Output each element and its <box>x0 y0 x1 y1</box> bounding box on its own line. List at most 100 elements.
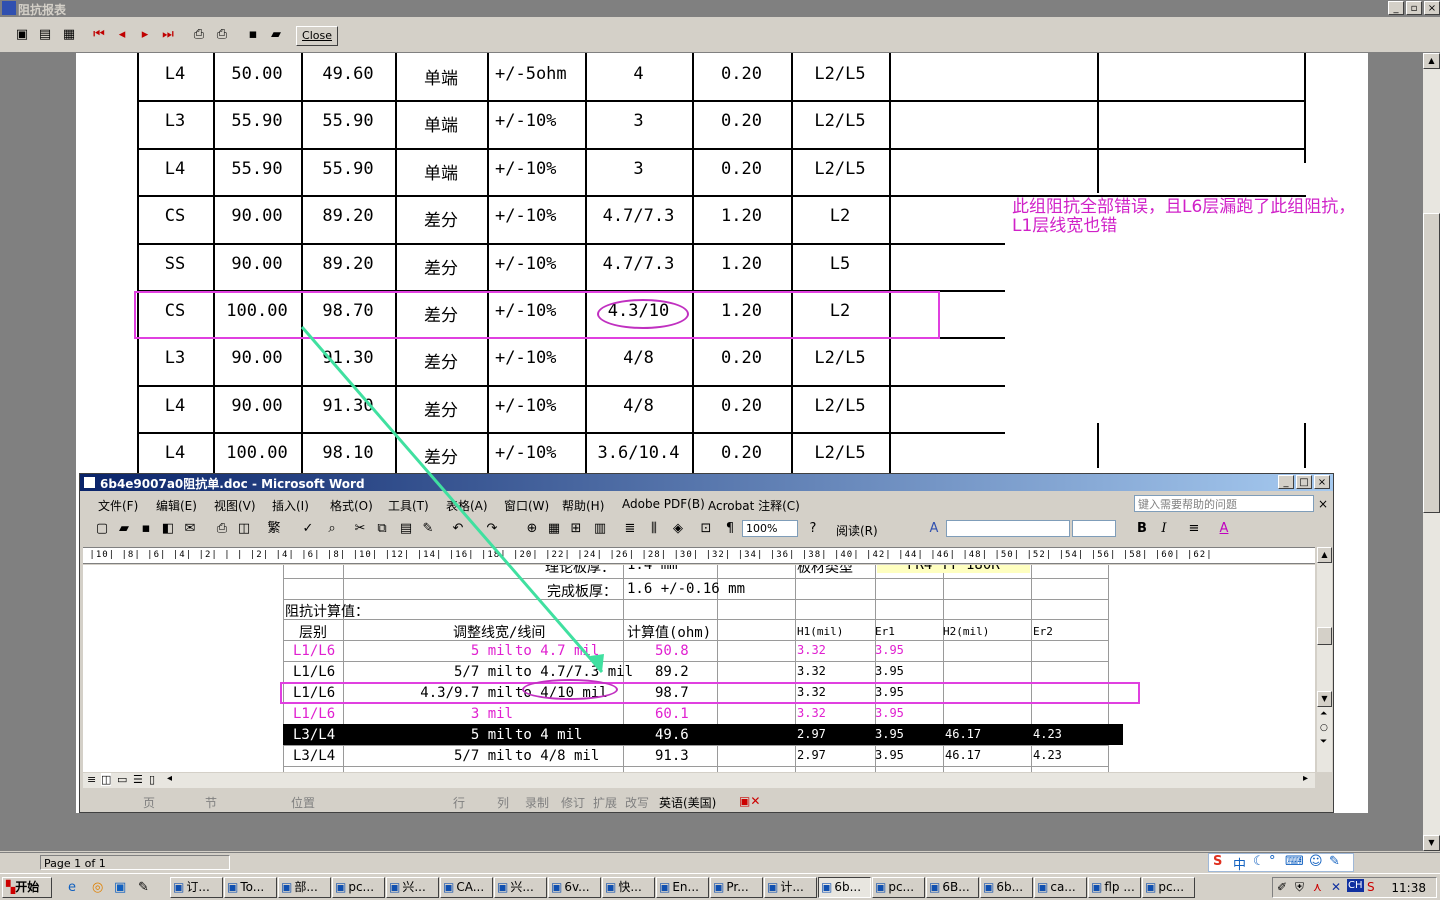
close-doc-icon[interactable]: × <box>1318 497 1328 511</box>
taskbar-item[interactable]: ▣ To... <box>224 877 277 898</box>
ime-mode[interactable]: 中 <box>1233 854 1246 873</box>
report-vertical-scrollbar[interactable]: ▲ ▼ <box>1423 53 1440 851</box>
print-preview-icon[interactable]: ◫ <box>236 521 252 537</box>
print-icon[interactable]: ⎙ <box>214 27 230 43</box>
word-window[interactable]: 6b4e9007a0阻抗单.doc - Microsoft Word _ □ ×… <box>79 473 1334 813</box>
word-menu-item[interactable]: 工具(T) <box>388 497 429 514</box>
last-page-icon[interactable]: ⏭ <box>160 27 176 43</box>
taskbar-item[interactable]: ▣ 6v... <box>548 877 601 898</box>
taskbar-item[interactable]: ▣ pc... <box>332 877 385 898</box>
taskbar-item[interactable]: ▣ 兴... <box>494 877 547 898</box>
scroll-right-icon[interactable]: ▸ <box>1303 773 1308 784</box>
doc-vertical-scrollbar[interactable]: ▲ ▼ ⏶ ○ ⏷ <box>1317 547 1332 772</box>
prev-page-icon[interactable]: ◂ <box>114 27 130 43</box>
columns-icon[interactable]: ≣ <box>622 521 638 537</box>
bold-icon[interactable]: B <box>1134 521 1150 537</box>
taskbar-item[interactable]: ▣ Pr... <box>710 877 763 898</box>
restore-button[interactable]: ▫ <box>1406 1 1422 15</box>
sogou-icon[interactable]: S <box>1213 854 1222 869</box>
close-window-button[interactable]: × <box>1424 1 1440 15</box>
drawing-icon[interactable]: ⫼ <box>646 521 662 537</box>
word-menu-item[interactable]: 文件(F) <box>98 497 138 514</box>
browse-object-icon[interactable]: ○ <box>1320 723 1328 733</box>
punctuation-icon[interactable]: ° <box>1269 854 1276 869</box>
tray-x-icon[interactable]: ✕ <box>1331 880 1341 894</box>
scroll-up-arrow-icon[interactable]: ▲ <box>1423 53 1440 69</box>
desktop-icon[interactable]: ▣ <box>114 880 126 895</box>
tray-sogou-icon[interactable]: S <box>1367 880 1375 894</box>
doc-horizontal-scrollbar[interactable]: ≡ ◫ ▭ ☰ ▯ ◂ ▸ <box>83 773 1315 788</box>
scroll-thumb[interactable] <box>1423 213 1440 513</box>
traditional-chinese-icon[interactable]: 繁 <box>266 521 282 537</box>
word-menu-item[interactable]: 编辑(E) <box>156 497 197 514</box>
save-icon[interactable]: ▪ <box>138 521 154 537</box>
start-button[interactable]: ▚开始 <box>2 877 52 898</box>
tray-language-icon[interactable]: CH <box>1347 879 1364 892</box>
paragraph-mark-icon[interactable]: ¶ <box>722 521 738 537</box>
doc-scroll-down-icon[interactable]: ▼ <box>1317 691 1332 707</box>
word-menu-item[interactable]: 格式(O) <box>330 497 373 514</box>
taskbar-item[interactable]: ▣ 部... <box>278 877 331 898</box>
undo-icon[interactable]: ↶ <box>450 521 466 537</box>
font-color-icon[interactable]: A <box>1216 521 1232 537</box>
format-painter-icon[interactable]: ✎ <box>420 521 436 537</box>
outline-view-icon[interactable]: ☰ <box>133 773 143 786</box>
word-minimize-button[interactable]: _ <box>1278 475 1294 489</box>
ie-icon[interactable]: e <box>68 880 76 895</box>
insert-table-icon[interactable]: ⊞ <box>568 521 584 537</box>
taskbar-item[interactable]: ▣ 6b... <box>818 877 871 898</box>
wrench-icon[interactable]: ✎ <box>1329 854 1340 869</box>
first-page-icon[interactable]: ⏮ <box>91 27 107 43</box>
taskbar-item[interactable]: ▣ 6B... <box>926 877 979 898</box>
clock-app-icon[interactable]: ◎ <box>92 880 103 895</box>
word-menu-item[interactable]: 帮助(H) <box>562 497 604 514</box>
insert-excel-icon[interactable]: ▥ <box>592 521 608 537</box>
taskbar-item[interactable]: ▣ CA... <box>440 877 493 898</box>
show-hide-icon[interactable]: ⊡ <box>698 521 714 537</box>
next-page-icon[interactable]: ▸ <box>137 27 153 43</box>
word-menu-item[interactable]: 视图(V) <box>214 497 256 514</box>
taskbar-item[interactable]: ▣ ca... <box>1034 877 1087 898</box>
word-maximize-button[interactable]: □ <box>1296 475 1312 489</box>
word-close-button[interactable]: × <box>1314 475 1330 489</box>
italic-icon[interactable]: I <box>1156 521 1172 537</box>
hyperlink-icon[interactable]: ⊕ <box>524 521 540 537</box>
ime-toolbar[interactable]: S 中 ☾ ° ⌨ ☺ ✎ <box>1208 853 1354 873</box>
cut-icon[interactable]: ✂ <box>352 521 368 537</box>
tray-pencil-icon[interactable]: ✐ <box>1277 880 1287 894</box>
print-setup-icon[interactable]: ⎙ <box>191 27 207 43</box>
styles-icon[interactable]: A <box>926 521 942 537</box>
redo-icon[interactable]: ↷ <box>484 521 500 537</box>
tables-borders-icon[interactable]: ▦ <box>546 521 562 537</box>
copy-icon[interactable]: ⧉ <box>374 521 390 537</box>
help-icon[interactable]: ? <box>805 521 821 537</box>
word-menu-item[interactable]: 窗口(W) <box>504 497 549 514</box>
email-icon[interactable]: ✉ <box>182 521 198 537</box>
taskbar-item[interactable]: ▣ flp ... <box>1088 877 1141 898</box>
print-layout-icon[interactable]: ▭ <box>117 773 127 786</box>
user-icon[interactable]: ☺ <box>1309 854 1323 869</box>
single-page-icon[interactable]: ▣ <box>14 27 30 43</box>
taskbar-item[interactable]: ▣ pc... <box>872 877 925 898</box>
word-menu-item[interactable]: 插入(I) <box>272 497 309 514</box>
multi-page-icon[interactable]: ▤ <box>37 27 53 43</box>
scroll-down-arrow-icon[interactable]: ▼ <box>1423 835 1440 851</box>
minimize-button[interactable]: _ <box>1388 1 1404 15</box>
taskbar-item[interactable]: ▣ 快... <box>602 877 655 898</box>
taskbar-item[interactable]: ▣ 计... <box>764 877 817 898</box>
open-icon[interactable]: ▰ <box>116 521 132 537</box>
save-icon[interactable]: ▪ <box>245 27 261 43</box>
word-menu-item[interactable]: 表格(A) <box>446 497 488 514</box>
paste-icon[interactable]: ▤ <box>398 521 414 537</box>
help-search-box[interactable]: 键入需要帮助的问题 <box>1134 495 1314 512</box>
document-area[interactable]: 理论板厚： 1.4 mm 板材类型 FR4 TT 180R 完成板厚： 1.6 +/-0.… <box>83 565 1315 772</box>
doc-scroll-thumb[interactable] <box>1317 627 1332 645</box>
print-icon[interactable]: ⎙ <box>214 521 230 537</box>
doc-scroll-up-icon[interactable]: ▲ <box>1317 547 1332 563</box>
moon-icon[interactable]: ☾ <box>1253 854 1265 869</box>
document-map-icon[interactable]: ◈ <box>670 521 686 537</box>
zoom-select[interactable]: 100% <box>742 520 798 537</box>
permission-icon[interactable]: ◧ <box>160 521 176 537</box>
research-icon[interactable]: ⌕ <box>324 521 340 537</box>
taskbar-item[interactable]: ▣ 订... <box>170 877 223 898</box>
